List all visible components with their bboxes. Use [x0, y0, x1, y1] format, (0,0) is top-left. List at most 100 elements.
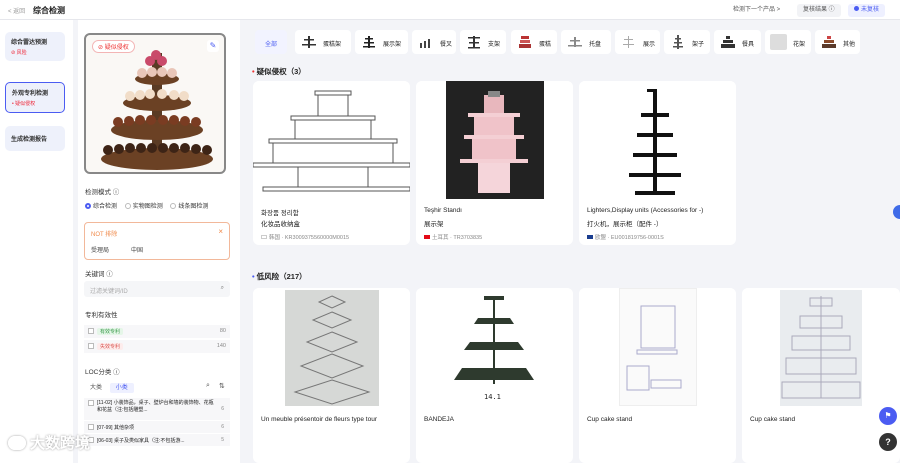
result-title: 화장품 정리함 — [261, 210, 299, 217]
help-icon[interactable]: ? — [879, 433, 897, 451]
category-label: 餐叉 — [440, 42, 453, 48]
korea-flag-icon — [261, 235, 267, 239]
nav-item-sub: ⊘ 风险 — [11, 50, 27, 56]
mode-options: 综合检测 实物图检测 线条图检测 — [85, 201, 208, 210]
nav-item-report[interactable]: 生成检测报告 — [5, 126, 65, 151]
category-display[interactable]: 展示 — [615, 30, 660, 54]
category-label: 蛋糕架 — [323, 42, 342, 48]
valid-count: 80 — [219, 328, 226, 334]
back-link[interactable]: < 返回 — [8, 6, 25, 15]
sort-icon[interactable]: ⇅ — [219, 382, 225, 390]
result-card[interactable]: 화장품 정리함 化妆品收纳盒 韩国 · KR3009375560000M0015 — [253, 81, 410, 245]
nav-item-design-patent[interactable]: 外观专利检测 • 疑似侵权 — [5, 82, 65, 113]
category-tray[interactable]: 托盘 — [561, 30, 611, 54]
category-flower-stand[interactable]: 花架 — [765, 30, 811, 54]
tab-minor[interactable]: 小类 — [109, 383, 134, 393]
category-label: 花架 — [793, 42, 806, 48]
category-fork[interactable]: 餐叉 — [412, 30, 456, 54]
query-product-image[interactable]: ⊘ 疑似侵权 ✎ — [84, 33, 226, 174]
query-panel: ⊘ 疑似侵权 ✎ 检测模式 ⓘ 综合检测 实物图检测 线条图检测 NOT 排除 … — [78, 20, 240, 463]
nav-item-radar[interactable]: 综合雷达预测 ⊘ 风险 — [5, 32, 65, 61]
result-card[interactable]: Cup cake stand — [742, 288, 900, 463]
checkbox-icon[interactable] — [88, 424, 94, 430]
bracket-icon — [465, 34, 482, 50]
nav-item-sub: • 疑似侵权 — [12, 101, 36, 107]
category-label: 托盘 — [589, 42, 602, 48]
result-subtitle: 化妆品收纳盒 — [261, 221, 300, 228]
not-filter-label: NOT 排除 — [91, 232, 118, 238]
side-chat-tab[interactable] — [893, 205, 900, 219]
tab-major[interactable]: 大类 — [84, 383, 108, 393]
not-filter-field: 受理局 — [91, 248, 110, 254]
checkbox-icon[interactable] — [88, 343, 94, 349]
validity-row-invalid[interactable]: 失效专利 140 — [84, 340, 230, 353]
result-title: Un meuble présentoir de fleurs type tour — [261, 416, 377, 423]
not-filter-box[interactable]: NOT 排除 × 受理局 中国 — [84, 222, 230, 260]
results-area: 全部 蛋糕架 展示架 餐叉 支架 蛋糕 托盘 展示 架子 餐具 花架 其他 • 疑… — [243, 20, 900, 463]
checkbox-icon[interactable] — [88, 328, 94, 334]
display-rack-icon — [360, 34, 377, 50]
category-tableware[interactable]: 餐具 — [714, 30, 761, 54]
tray-icon — [566, 34, 583, 50]
category-label: 展示架 — [383, 42, 402, 48]
category-bracket[interactable]: 支架 — [460, 30, 506, 54]
mode-radio-combined[interactable]: 综合检测 — [85, 203, 117, 210]
result-title: Cup cake stand — [750, 416, 796, 423]
mode-radio-photo[interactable]: 实物图检测 — [124, 203, 163, 210]
result-image — [579, 288, 736, 406]
loc-item-text: [11-02] 小装饰品，桌子、壁炉台和墙的装饰物、花瓶和花盆（注:包括雕塑..… — [97, 400, 214, 413]
category-cake-stand[interactable]: 蛋糕架 — [295, 30, 351, 54]
result-card[interactable]: 14.1 BANDEJA — [416, 288, 573, 463]
result-card[interactable]: Lighters,Display units (Accessories for … — [579, 81, 736, 245]
category-cake[interactable]: 蛋糕 — [511, 30, 557, 54]
result-title: Teşhir Standı — [424, 207, 462, 214]
nav-item-label: 生成检测报告 — [11, 137, 48, 143]
tableware-icon — [719, 34, 736, 50]
radio-icon — [170, 203, 177, 209]
cake-icon — [516, 34, 533, 50]
result-card[interactable]: Cup cake stand — [579, 288, 736, 463]
not-filter-value: 中国 — [131, 248, 144, 254]
result-image — [416, 81, 573, 199]
status-dot-icon — [854, 6, 859, 11]
search-icon[interactable]: ⌕ — [206, 382, 210, 390]
flag-report-icon[interactable]: ⚑ — [879, 407, 897, 425]
keyword-input[interactable]: 过滤关键词/ID ⌕ — [84, 281, 230, 297]
search-icon[interactable]: ⌕ — [221, 285, 224, 292]
drawing-code: 14.1 — [484, 393, 501, 401]
loc-item-count: 5 — [221, 437, 224, 443]
edit-icon[interactable]: ✎ — [207, 40, 219, 52]
category-all[interactable]: 全部 — [255, 30, 287, 54]
checkbox-icon[interactable] — [88, 400, 94, 406]
result-image — [253, 288, 410, 406]
close-icon[interactable]: × — [218, 227, 223, 236]
category-other[interactable]: 其他 — [815, 30, 860, 54]
turkey-flag-icon — [424, 235, 430, 239]
loc-item-count: 6 — [221, 406, 224, 412]
check-result-button[interactable]: 复核结果 ⓘ — [797, 4, 841, 17]
loc-tabs: 大类 小类 — [84, 382, 134, 393]
mode-radio-line[interactable]: 线条图检测 — [170, 203, 208, 210]
result-meta: 欧盟 · EU001819756-0001S — [587, 233, 664, 241]
category-label: 展示 — [643, 42, 656, 48]
next-product-button[interactable]: 检测下一个产品 > — [727, 4, 786, 17]
result-card[interactable]: Teşhir Standı 展示架 土耳其 · TR3703835 — [416, 81, 573, 245]
category-display-rack[interactable]: 展示架 — [355, 30, 408, 54]
watermark: 大数跨境 — [8, 432, 90, 453]
loc-item[interactable]: [11-02] 小装饰品，桌子、壁炉台和墙的装饰物、花瓶和花盆（注:包括雕塑..… — [84, 398, 230, 420]
bullet-icon: • — [252, 272, 255, 281]
cake-stand-icon — [300, 34, 317, 50]
loc-label: LOC分类 ⓘ — [85, 369, 120, 376]
result-card[interactable]: Un meuble présentoir de fleurs type tour — [253, 288, 410, 463]
validity-label: 专利有效性 — [85, 312, 118, 319]
review-status-badge[interactable]: 未复核 — [848, 4, 886, 17]
watermark-logo-icon — [8, 436, 26, 450]
display-icon — [620, 34, 637, 50]
category-label: 蛋糕 — [539, 42, 552, 48]
loc-item[interactable]: [07-99] 其他杂项 6 — [84, 421, 230, 433]
loc-item[interactable]: [06-03] 桌子及类似家具（注:不包括游... 5 — [84, 434, 230, 446]
result-image — [579, 81, 736, 199]
category-shelf[interactable]: 架子 — [664, 30, 710, 54]
validity-row-valid[interactable]: 有效专利 80 — [84, 325, 230, 338]
nav-item-label: 综合雷达预测 — [11, 40, 48, 46]
